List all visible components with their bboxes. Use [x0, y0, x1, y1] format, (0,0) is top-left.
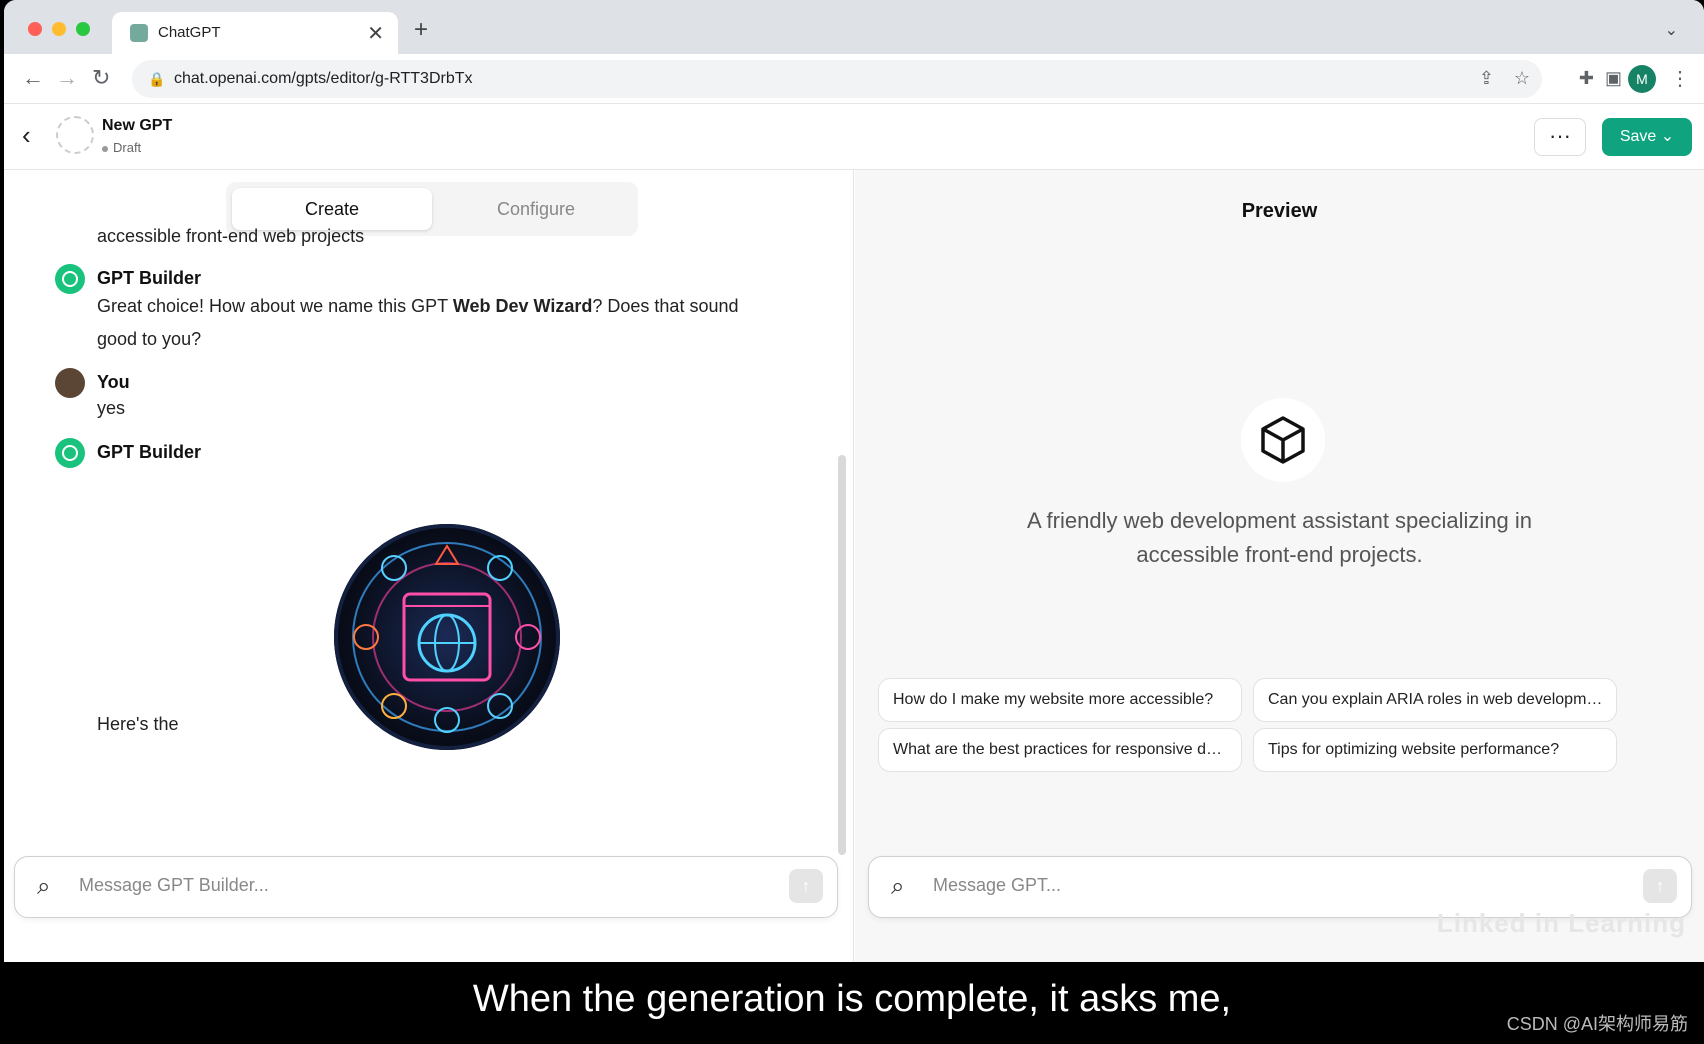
- more-options-button[interactable]: ···: [1534, 118, 1586, 156]
- message-text: Great choice! How about we name this GPT…: [97, 290, 777, 356]
- back-chevron-icon[interactable]: ‹: [22, 120, 31, 151]
- subtitle-text: When the generation is complete, it asks…: [472, 978, 1232, 1020]
- linkedin-learning-watermark: Linked in Learning: [1436, 908, 1686, 938]
- chat-scrollbar[interactable]: [838, 455, 846, 855]
- gpt-status-label: Draft: [113, 140, 142, 155]
- gpt-avatar-placeholder[interactable]: [56, 116, 94, 154]
- send-arrow-icon[interactable]: ↑: [789, 869, 823, 903]
- send-arrow-icon[interactable]: ↑: [1643, 869, 1677, 903]
- subtitle-bar: When the generation is complete, it asks…: [0, 962, 1704, 1044]
- message-speaker: GPT Builder: [97, 442, 202, 462]
- new-tab-button[interactable]: +: [414, 16, 428, 44]
- tab-title: ChatGPT: [158, 24, 221, 41]
- user-avatar: [55, 368, 85, 398]
- gpt-builder-avatar-icon: [55, 438, 85, 468]
- gpt-editor-header: ‹ New GPT Draft ··· Save ⌄: [4, 104, 1704, 170]
- forward-arrow-icon[interactable]: →: [56, 65, 78, 91]
- builder-panel: Create Configure accessible front-end we…: [4, 170, 854, 962]
- tab-close-icon[interactable]: ✕: [367, 21, 384, 46]
- gpt-name: New GPT: [102, 117, 173, 134]
- gpt-status: Draft: [102, 140, 141, 155]
- suggestion-chip[interactable]: What are the best practices for responsi…: [878, 728, 1242, 772]
- bookmark-star-icon[interactable]: ☆: [1514, 68, 1530, 89]
- tab-search-chevron-icon[interactable]: ⌄: [1665, 20, 1678, 40]
- profile-avatar[interactable]: M: [1628, 65, 1656, 93]
- gpt-builder-avatar-icon: [55, 264, 85, 294]
- suggested-gpt-name: Web Dev Wizard: [452, 296, 593, 316]
- cube-icon: [1261, 416, 1305, 464]
- lock-icon: 🔒: [148, 71, 166, 87]
- side-panel-icon[interactable]: ▣: [1605, 68, 1622, 89]
- share-icon[interactable]: ⇪: [1479, 68, 1494, 89]
- minimize-window-button[interactable]: [52, 22, 66, 36]
- suggestion-chip[interactable]: How do I make my website more accessible…: [878, 678, 1242, 722]
- source-watermark: CSDN @AI架构师易筋: [1506, 1014, 1688, 1034]
- browser-menu-icon[interactable]: ⋮: [1670, 66, 1690, 91]
- preview-panel: Preview A friendly web development assis…: [855, 170, 1704, 962]
- close-window-button[interactable]: [28, 22, 42, 36]
- message-speaker: You: [97, 372, 130, 392]
- gpt-description-text: A friendly web development assistant spe…: [1026, 508, 1533, 567]
- browser-toolbar: ← → ↻ 🔒 chat.openai.com/gpts/editor/g-RT…: [4, 54, 1704, 104]
- message-text: Here's the: [97, 714, 179, 734]
- message-text: yes: [97, 398, 126, 418]
- message-text-part: Great choice! How about we name this GPT: [97, 296, 453, 316]
- reload-icon[interactable]: ↻: [92, 65, 110, 91]
- suggestion-chip[interactable]: Can you explain ARIA roles in web develo…: [1253, 678, 1617, 722]
- builder-message-input[interactable]: Message GPT Builder...: [79, 875, 269, 896]
- address-bar[interactable]: 🔒 chat.openai.com/gpts/editor/g-RTT3DrbT…: [132, 60, 1542, 98]
- gpt-logo: [1241, 398, 1325, 482]
- gpt-description: A friendly web development assistant spe…: [855, 504, 1704, 572]
- save-button[interactable]: Save ⌄: [1602, 118, 1692, 156]
- tab-configure[interactable]: Configure: [438, 188, 634, 230]
- web-dev-globe-icon: [352, 542, 542, 733]
- preview-message-input[interactable]: Message GPT...: [933, 875, 1061, 896]
- generated-profile-image[interactable]: [334, 524, 560, 750]
- extensions-puzzle-icon[interactable]: ✚: [1579, 68, 1594, 89]
- browser-tab[interactable]: ChatGPT ✕: [112, 12, 398, 54]
- builder-message-composer[interactable]: ⌕ Message GPT Builder... ↑: [14, 856, 838, 918]
- suggestion-chip[interactable]: Tips for optimizing website performance?: [1253, 728, 1617, 772]
- message-text: accessible front-end web projects: [97, 226, 365, 246]
- chatgpt-favicon-icon: [130, 24, 148, 42]
- tab-strip: ChatGPT ✕ + ⌄: [4, 0, 1704, 54]
- back-arrow-icon[interactable]: ←: [22, 65, 44, 91]
- attach-paperclip-icon[interactable]: ⌕: [891, 873, 904, 901]
- status-dot-icon: [102, 145, 108, 152]
- message-speaker: GPT Builder: [97, 268, 202, 288]
- maximize-window-button[interactable]: [76, 22, 90, 36]
- url-text: chat.openai.com/gpts/editor/g-RTT3DrbTx: [174, 70, 473, 87]
- preview-title: Preview: [1241, 200, 1318, 222]
- browser-window: ChatGPT ✕ + ⌄ ← → ↻ 🔒 chat.openai.com/gp…: [4, 0, 1704, 962]
- attach-paperclip-icon[interactable]: ⌕: [37, 873, 50, 901]
